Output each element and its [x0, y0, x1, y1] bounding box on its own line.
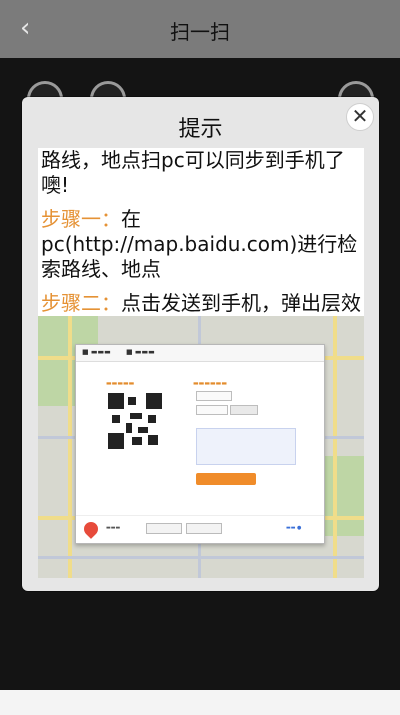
tip-modal: 提示 ✕ 路线，地点扫pc可以同步到手机了噢! 步骤一：在pc(http://m… [22, 97, 379, 591]
intro-text: 路线，地点扫pc可以同步到手机了噢! [41, 148, 345, 197]
step-one: 步骤一：在pc(http://map.baidu.com)进行检索路线、地点 [41, 207, 361, 282]
example-screenshot: ■ ▬▬▬ ■ ▬▬▬ ▬▬▬▬▬ ▬▬▬▬▬▬ ▬▬▬ ▬▬ ● [38, 316, 364, 578]
location-pin-icon [81, 519, 101, 539]
step-two-label: 步骤二： [41, 291, 121, 315]
example-send-dialog: ■ ▬▬▬ ■ ▬▬▬ ▬▬▬▬▬ ▬▬▬▬▬▬ ▬▬▬ ▬▬ ● [75, 344, 325, 544]
close-button[interactable]: ✕ [346, 103, 374, 131]
dialog-tabs: ■ ▬▬▬ ■ ▬▬▬ [76, 345, 324, 362]
step-one-label: 步骤一： [41, 207, 121, 231]
qr-code [108, 393, 162, 449]
bottom-strip [0, 690, 400, 715]
page-title: 扫一扫 [170, 20, 230, 44]
modal-title: 提示 [178, 117, 223, 142]
top-nav-bar: ‹ 扫一扫 [0, 0, 400, 58]
modal-content: 路线，地点扫pc可以同步到手机了噢! 步骤一：在pc(http://map.ba… [38, 148, 364, 578]
send-button-example [196, 473, 256, 485]
